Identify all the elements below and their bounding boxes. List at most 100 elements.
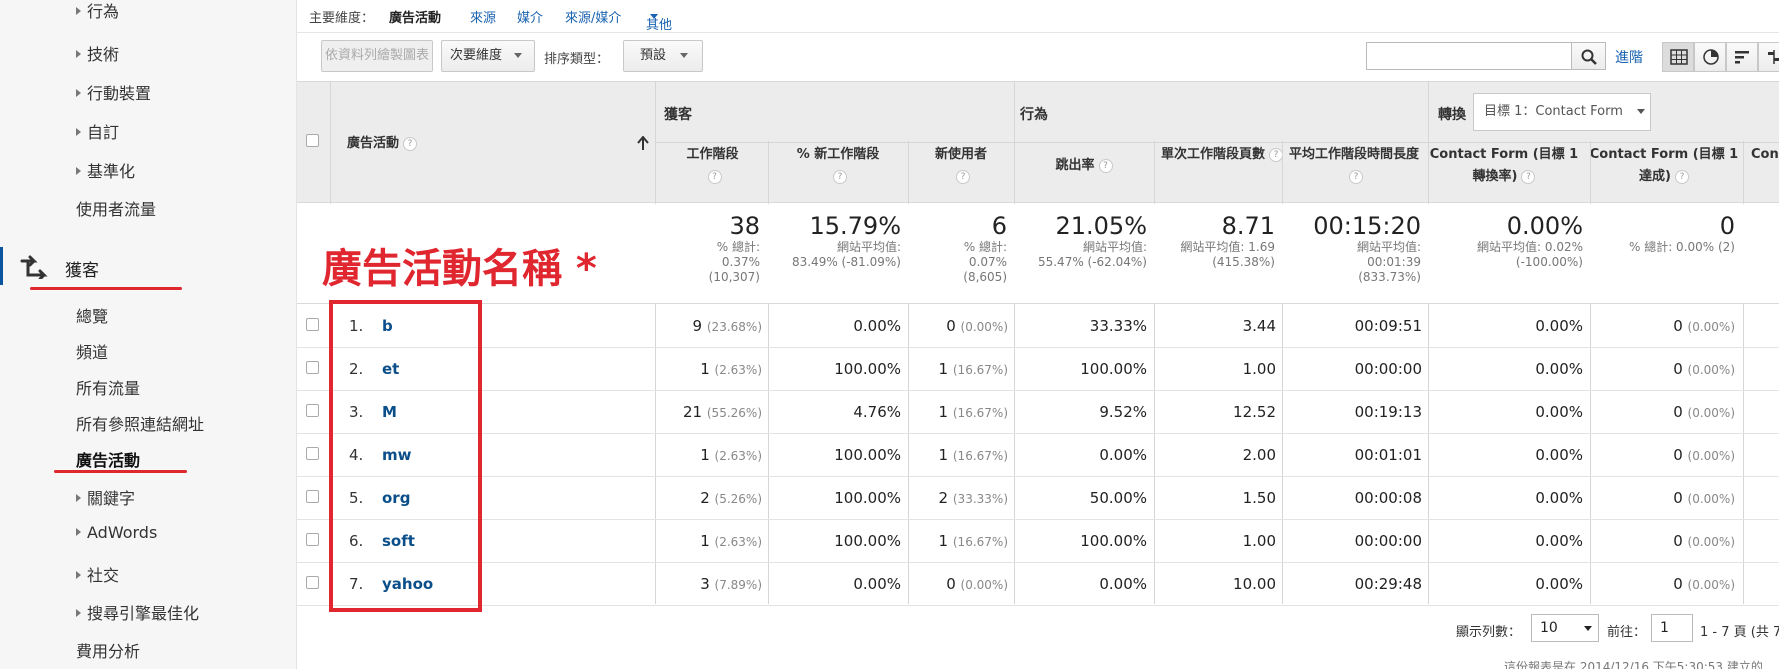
sort-type-dropdown[interactable]: 預設	[623, 40, 703, 72]
row-checkbox[interactable]	[306, 576, 319, 589]
table-icon	[1670, 49, 1688, 65]
group-behavior: 行為	[1020, 107, 1048, 123]
sidebar-item-campaigns[interactable]: 廣告活動	[76, 447, 140, 471]
column-header-new-users[interactable]: 新使用者?	[908, 144, 1014, 188]
group-conversions: 轉換	[1438, 107, 1466, 123]
total-sessions: 38 % 總計: 0.37% (10,307)	[708, 212, 760, 284]
expand-arrow-icon	[76, 49, 81, 58]
goto-page-input[interactable]: 1	[1651, 614, 1693, 642]
sort-type-label: 排序類型：	[544, 52, 610, 67]
total-bounce-rate: 21.05% 網站平均值: 55.47% (-62.04%)	[1037, 212, 1147, 269]
caret-down-icon	[650, 14, 658, 19]
dimension-source-medium-link[interactable]: 來源/媒介	[565, 7, 621, 26]
advanced-filter-link[interactable]: 進階	[1615, 47, 1643, 67]
expand-arrow-icon	[76, 6, 81, 15]
expand-arrow-icon	[76, 88, 81, 97]
page-range-text: 1 - 7 頁 (共 7	[1700, 625, 1779, 640]
plot-rows-button[interactable]: 依資料列繪製圖表	[321, 40, 433, 72]
row-checkbox[interactable]	[306, 447, 319, 460]
total-new-users: 6 % 總計: 0.07% (8,605)	[963, 212, 1007, 284]
sidebar-item-technology[interactable]: 技術	[76, 41, 119, 65]
annotation-underline	[54, 470, 187, 473]
column-header-sessions[interactable]: 工作階段?	[657, 144, 768, 188]
column-header-bounce-rate[interactable]: 跳出率?	[1014, 155, 1154, 177]
column-header-goal-completions[interactable]: Contact Form (目標 1 達成)?	[1589, 144, 1739, 188]
table-view-button[interactable]	[1662, 42, 1694, 72]
sidebar-item-adwords[interactable]: AdWords	[76, 523, 157, 542]
expand-arrow-icon	[76, 493, 81, 502]
secondary-dimension-dropdown[interactable]: 次要維度	[441, 40, 535, 72]
expand-arrow-icon	[76, 166, 81, 175]
sidebar-item-cost-analysis[interactable]: 費用分析	[76, 638, 140, 662]
annotation-highlight-box	[329, 300, 482, 612]
sidebar-item-seo[interactable]: 搜尋引擎最佳化	[76, 600, 199, 624]
help-icon[interactable]: ?	[707, 169, 722, 184]
header-divider	[655, 142, 1779, 143]
performance-view-button[interactable]	[1726, 42, 1758, 72]
row-checkbox[interactable]	[306, 318, 319, 331]
sidebar-section-acquisition[interactable]: 獲客	[0, 247, 297, 285]
expand-arrow-icon	[76, 127, 81, 136]
rows-per-page-label: 顯示列數：	[1456, 625, 1522, 640]
primary-dimension-bar: 主要維度： 廣告活動 來源 媒介 來源/媒介 其他	[297, 0, 1779, 33]
pie-view-button[interactable]	[1694, 42, 1726, 72]
table-row: 5. org 2 (5.26%) 100.00% 2 (33.33%) 50.0…	[297, 477, 1779, 520]
sort-ascending-icon[interactable]	[637, 136, 649, 150]
sidebar-item-benchmarking[interactable]: 基準化	[76, 158, 135, 182]
table-row: 2. et 1 (2.63%) 100.00% 1 (16.67%) 100.0…	[297, 348, 1779, 391]
expand-arrow-icon	[76, 527, 81, 536]
total-pages-per-session: 8.71 網站平均值: 1.69 (415.38%)	[1180, 212, 1275, 269]
goto-page-label: 前往：	[1607, 625, 1647, 640]
comparison-icon	[1768, 50, 1779, 64]
search-button[interactable]	[1572, 42, 1606, 70]
sidebar-item-mobile[interactable]: 行動裝置	[76, 80, 151, 104]
help-icon[interactable]: ?	[1269, 147, 1283, 162]
caret-down-icon	[514, 53, 523, 58]
conversion-goal-dropdown[interactable]: 目標 1：Contact Form	[1473, 93, 1651, 131]
column-header-pages-per-session[interactable]: 單次工作階段頁數?	[1160, 144, 1284, 166]
sidebar-item-keywords[interactable]: 關鍵字	[76, 485, 135, 509]
help-icon[interactable]: ?	[403, 136, 417, 151]
table-search-input[interactable]	[1366, 42, 1572, 70]
column-header-new-sessions[interactable]: % 新工作階段?	[768, 144, 908, 188]
sidebar-item-social[interactable]: 社交	[76, 562, 119, 586]
acquisition-icon	[20, 255, 48, 279]
caret-down-icon	[680, 53, 689, 58]
row-checkbox[interactable]	[306, 361, 319, 374]
sidebar-item-all-referrals[interactable]: 所有參照連結網址	[76, 411, 204, 435]
column-header-goal-conversion-rate[interactable]: Contact Form (目標 1 轉換率)?	[1426, 144, 1582, 188]
row-checkbox[interactable]	[306, 533, 319, 546]
rows-per-page-select[interactable]: 10	[1531, 614, 1599, 642]
column-header-campaign[interactable]: 廣告活動?	[327, 133, 437, 155]
help-icon[interactable]: ?	[1349, 169, 1363, 184]
help-icon[interactable]: ?	[956, 169, 970, 184]
comparison-view-button[interactable]	[1758, 42, 1779, 72]
help-icon[interactable]: ?	[1521, 169, 1536, 184]
dimension-source-link[interactable]: 來源	[470, 7, 496, 26]
total-avg-duration: 00:15:20 網站平均值: 00:01:39 (833.73%)	[1313, 212, 1421, 284]
row-checkbox[interactable]	[306, 404, 319, 417]
pie-chart-icon	[1703, 49, 1719, 65]
sidebar-item-overview[interactable]: 總覽	[76, 303, 108, 327]
help-icon[interactable]: ?	[833, 169, 847, 184]
row-checkbox[interactable]	[306, 490, 319, 503]
sidebar-item-users-flow[interactable]: 使用者流量	[76, 196, 156, 220]
help-icon[interactable]: ?	[1674, 169, 1689, 184]
select-all-checkbox[interactable]	[306, 134, 319, 147]
column-header-avg-duration[interactable]: 平均工作階段時間長度?	[1288, 144, 1420, 188]
expand-arrow-icon	[76, 608, 81, 617]
column-header-goal-value[interactable]: Con	[1743, 144, 1779, 166]
table-row: 7. yahoo 3 (7.89%) 0.00% 0 (0.00%) 0.00%…	[297, 563, 1779, 606]
annotation-text: 廣告活動名稱 *	[322, 246, 597, 292]
total-new-sessions: 15.79% 網站平均值: 83.49% (-81.09%)	[791, 212, 901, 269]
search-icon	[1581, 49, 1597, 65]
dimension-campaign[interactable]: 廣告活動	[389, 7, 441, 26]
sidebar-item-behavior[interactable]: 行為	[76, 0, 119, 22]
sidebar-item-custom[interactable]: 自訂	[76, 119, 119, 143]
group-acquisition: 獲客	[664, 107, 692, 123]
help-icon[interactable]: ?	[1098, 158, 1113, 173]
sidebar-item-all-traffic[interactable]: 所有流量	[76, 375, 140, 399]
dimension-medium-link[interactable]: 媒介	[517, 7, 543, 26]
report-toolbar: 依資料列繪製圖表 次要維度 排序類型： 預設 進階	[297, 34, 1779, 80]
sidebar-item-channels[interactable]: 頻道	[76, 339, 108, 363]
